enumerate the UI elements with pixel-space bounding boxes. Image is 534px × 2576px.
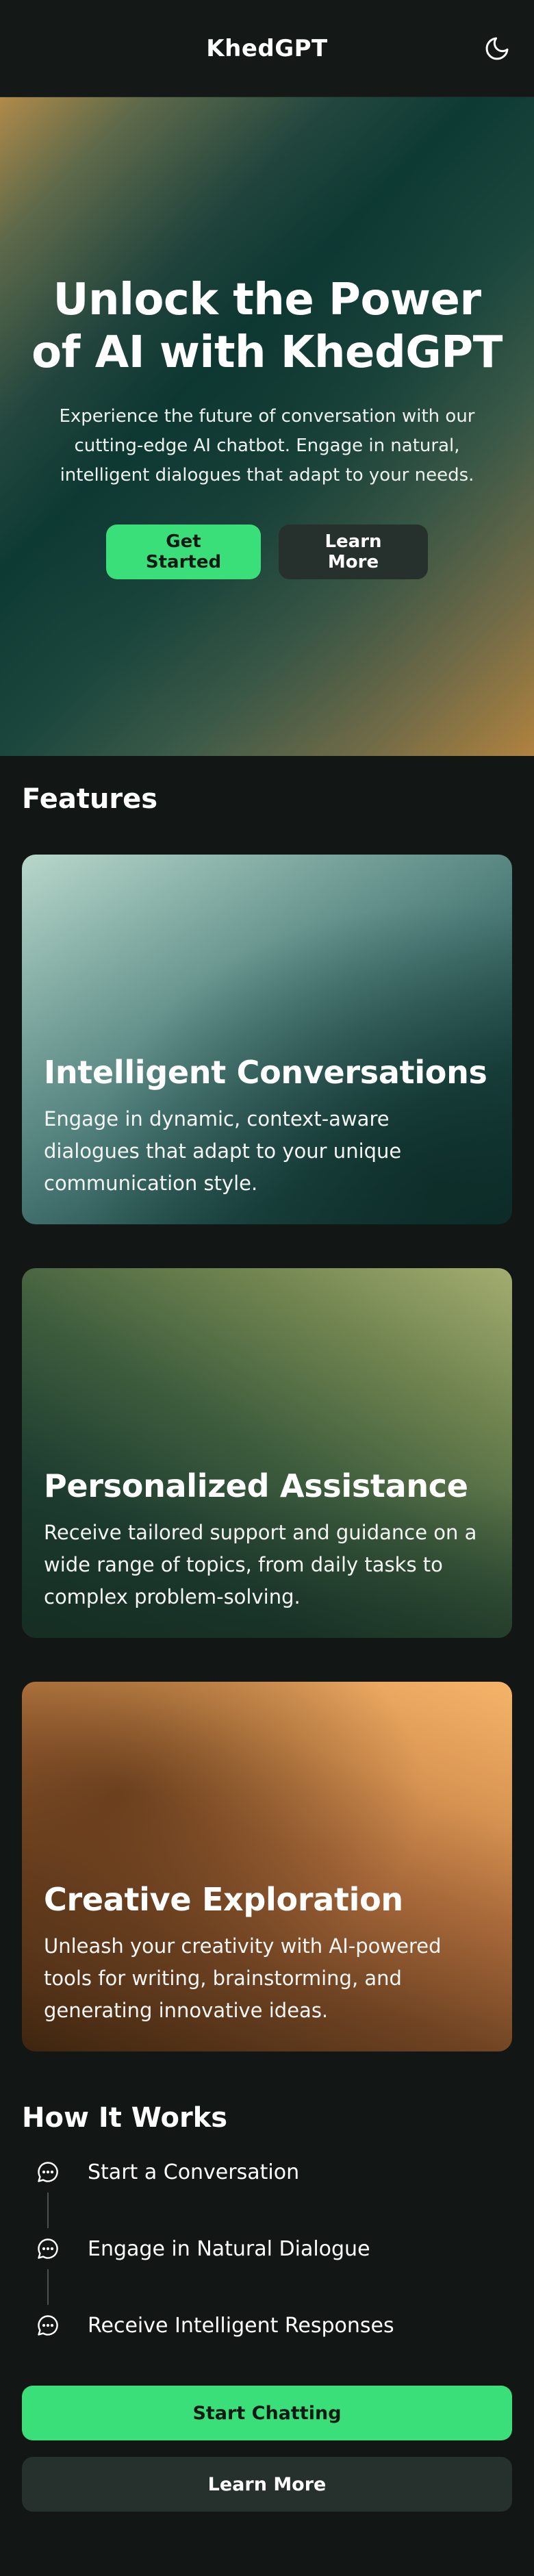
- chat-bubble-icon: [36, 2313, 60, 2338]
- feature-description: Unleash your creativity with AI-powered …: [44, 1934, 442, 2023]
- brand-logo[interactable]: KhedGPT: [206, 35, 327, 62]
- step-item: Engage in Natural Dialogue: [36, 2193, 512, 2266]
- feature-title: Creative Exploration: [44, 1881, 403, 1919]
- step-label: Receive Intelligent Responses: [88, 2313, 394, 2338]
- hero-section: Unlock the Power of AI with KhedGPT Expe…: [0, 97, 534, 756]
- step-connector: [47, 2269, 49, 2305]
- hero-content: Unlock the Power of AI with KhedGPT Expe…: [27, 274, 507, 580]
- hero-buttons: Get Started Learn More: [27, 525, 507, 580]
- learn-more-button[interactable]: Learn More: [279, 525, 428, 580]
- steps-list: Start a Conversation Engage in Natural D…: [0, 2134, 534, 2343]
- feature-card-personalized-assistance[interactable]: Personalized Assistance Receive tailored…: [22, 1268, 512, 1638]
- feature-card-creative-exploration[interactable]: Creative Exploration Unleash your creati…: [22, 1682, 512, 2051]
- learn-more-button[interactable]: Learn More: [22, 2457, 512, 2512]
- chat-bubble-icon: [36, 2236, 60, 2261]
- feature-description: Engage in dynamic, context-aware dialogu…: [44, 1107, 402, 1196]
- cta-buttons: Start Chatting Learn More: [0, 2343, 534, 2512]
- landing-page: KhedGPT Unlock the Power of AI with Khed…: [0, 0, 534, 2576]
- features-title: Features: [22, 783, 158, 815]
- step-item: Start a Conversation: [36, 2154, 512, 2190]
- hero-subtitle: Experience the future of conversation wi…: [59, 406, 475, 486]
- feature-description: Receive tailored support and guidance on…: [44, 1521, 477, 1609]
- feature-title: Intelligent Conversations: [44, 1054, 487, 1091]
- step-label: Engage in Natural Dialogue: [88, 2236, 370, 2261]
- how-it-works-title: How It Works: [22, 2102, 228, 2134]
- hero-title: Unlock the Power of AI with KhedGPT: [31, 274, 503, 378]
- step-item: Receive Intelligent Responses: [36, 2269, 512, 2343]
- features-section: Features Intelligent Conversations Engag…: [0, 756, 534, 2051]
- step-label: Start a Conversation: [88, 2160, 300, 2184]
- chat-bubble-icon: [36, 2160, 60, 2184]
- site-header: KhedGPT: [0, 0, 534, 97]
- start-chatting-button[interactable]: Start Chatting: [22, 2386, 512, 2440]
- moon-icon: [485, 37, 509, 60]
- how-it-works-section: How It Works Start a Conversation Engage…: [0, 2051, 534, 2512]
- theme-toggle-button[interactable]: [481, 32, 513, 65]
- feature-title: Personalized Assistance: [44, 1467, 468, 1505]
- step-connector: [47, 2193, 49, 2228]
- feature-card-intelligent-conversations[interactable]: Intelligent Conversations Engage in dyna…: [22, 855, 512, 1224]
- get-started-button[interactable]: Get Started: [106, 525, 261, 580]
